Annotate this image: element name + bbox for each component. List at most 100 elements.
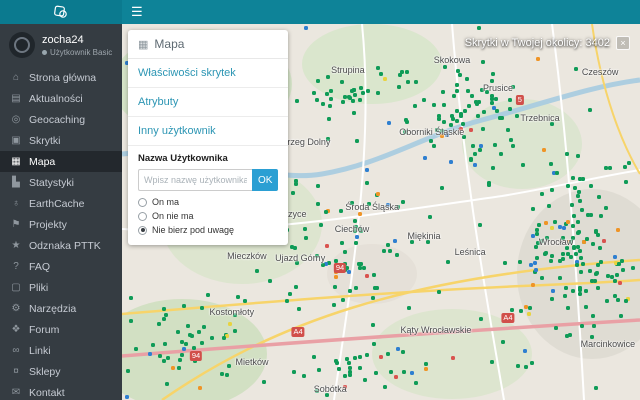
cache-marker[interactable] xyxy=(333,275,338,280)
cache-marker[interactable] xyxy=(363,377,368,382)
cache-marker[interactable] xyxy=(316,183,321,188)
cache-marker[interactable] xyxy=(436,116,441,121)
cache-marker[interactable] xyxy=(386,202,391,207)
cache-marker[interactable] xyxy=(612,294,617,299)
cache-marker[interactable] xyxy=(378,354,383,359)
cache-marker[interactable] xyxy=(615,298,620,303)
radio-button-icon[interactable] xyxy=(138,197,147,207)
cache-marker[interactable] xyxy=(498,151,503,156)
cache-marker[interactable] xyxy=(476,25,481,30)
cache-marker[interactable] xyxy=(202,325,207,330)
cache-marker[interactable] xyxy=(442,119,447,124)
sidebar-item-narz-dzia[interactable]: ⚙ Narzędzia xyxy=(0,298,122,319)
cache-marker[interactable] xyxy=(580,262,585,267)
cache-marker[interactable] xyxy=(227,364,232,369)
cache-marker[interactable] xyxy=(469,157,474,162)
ok-button[interactable]: OK xyxy=(252,169,278,191)
user-info[interactable]: zocha24 Użytkownik Basic xyxy=(0,24,122,67)
cache-marker[interactable] xyxy=(386,351,391,356)
cache-marker[interactable] xyxy=(548,161,553,166)
cache-marker[interactable] xyxy=(395,347,400,352)
cache-marker[interactable] xyxy=(500,340,505,345)
cache-marker[interactable] xyxy=(472,151,477,156)
cache-marker[interactable] xyxy=(591,313,596,318)
cache-marker[interactable] xyxy=(467,103,472,108)
cache-marker[interactable] xyxy=(593,386,598,391)
cache-marker[interactable] xyxy=(324,92,329,97)
cache-marker[interactable] xyxy=(287,291,292,296)
cache-marker[interactable] xyxy=(605,298,610,303)
cache-marker[interactable] xyxy=(595,285,600,290)
cache-marker[interactable] xyxy=(560,252,565,257)
cache-marker[interactable] xyxy=(478,222,483,227)
cache-marker[interactable] xyxy=(526,311,531,316)
cache-marker[interactable] xyxy=(575,262,580,267)
cache-marker[interactable] xyxy=(477,147,482,152)
cache-marker[interactable] xyxy=(387,120,392,125)
cache-marker[interactable] xyxy=(454,83,459,88)
cache-marker[interactable] xyxy=(375,66,380,71)
cache-marker[interactable] xyxy=(206,292,211,297)
cache-marker[interactable] xyxy=(393,238,398,243)
cache-marker[interactable] xyxy=(284,298,289,303)
cache-marker[interactable] xyxy=(292,370,297,374)
panel-link-w-a-ciwo-ci-skrytek[interactable]: Właściwości skrytek xyxy=(128,59,288,88)
cache-marker[interactable] xyxy=(302,227,307,232)
cache-marker[interactable] xyxy=(439,129,444,134)
cache-marker[interactable] xyxy=(349,201,354,206)
cache-marker[interactable] xyxy=(304,25,309,30)
cache-marker[interactable] xyxy=(618,313,623,318)
cache-marker[interactable] xyxy=(613,254,618,259)
cache-marker[interactable] xyxy=(589,212,594,217)
cache-marker[interactable] xyxy=(620,267,625,272)
cache-marker[interactable] xyxy=(324,392,329,397)
cache-marker[interactable] xyxy=(236,294,241,299)
cache-marker[interactable] xyxy=(371,296,375,301)
cache-marker[interactable] xyxy=(523,364,528,369)
cache-marker[interactable] xyxy=(521,163,526,168)
cache-marker[interactable] xyxy=(185,323,190,328)
cache-marker[interactable] xyxy=(366,89,371,94)
cache-marker[interactable] xyxy=(301,374,306,379)
radio-nie-bierz-pod-uwag[interactable]: Nie bierz pod uwagę xyxy=(138,225,278,235)
menu-toggle-icon[interactable]: ☰ xyxy=(131,0,143,24)
cache-marker[interactable] xyxy=(530,206,535,211)
cache-marker[interactable] xyxy=(576,189,581,194)
cache-marker[interactable] xyxy=(361,266,366,271)
cache-marker[interactable] xyxy=(294,284,299,289)
cache-marker[interactable] xyxy=(124,394,129,399)
cache-marker[interactable] xyxy=(181,347,186,352)
cache-marker[interactable] xyxy=(587,108,592,113)
cache-marker[interactable] xyxy=(563,286,568,291)
cache-marker[interactable] xyxy=(364,352,369,357)
cache-marker[interactable] xyxy=(179,352,184,357)
radio-on-ma[interactable]: On ma xyxy=(138,197,278,207)
cache-marker[interactable] xyxy=(314,254,319,259)
cache-marker[interactable] xyxy=(539,239,544,244)
cache-marker[interactable] xyxy=(505,127,510,132)
cache-marker[interactable] xyxy=(427,215,432,220)
panel-link-atrybuty[interactable]: Atrybuty xyxy=(128,88,288,117)
cache-marker[interactable] xyxy=(413,380,418,385)
cache-marker[interactable] xyxy=(423,366,428,371)
cache-marker[interactable] xyxy=(509,137,514,142)
cache-marker[interactable] xyxy=(222,335,227,340)
cache-marker[interactable] xyxy=(134,346,139,351)
cache-marker[interactable] xyxy=(486,182,491,187)
cache-marker[interactable] xyxy=(616,262,621,267)
cache-marker[interactable] xyxy=(570,176,575,181)
cache-marker[interactable] xyxy=(371,342,376,347)
cache-marker[interactable] xyxy=(616,227,621,232)
cache-marker[interactable] xyxy=(328,104,332,109)
cache-marker[interactable] xyxy=(490,78,495,83)
cache-marker[interactable] xyxy=(372,286,377,291)
cache-marker[interactable] xyxy=(198,385,203,390)
cache-marker[interactable] xyxy=(571,245,576,250)
cache-marker[interactable] xyxy=(522,348,527,353)
sidebar-item-forum[interactable]: ❖ Forum xyxy=(0,319,122,340)
sidebar-item-faq[interactable]: ? FAQ xyxy=(0,256,122,277)
cache-marker[interactable] xyxy=(347,369,352,374)
cache-marker[interactable] xyxy=(499,115,504,120)
cache-marker[interactable] xyxy=(409,371,414,376)
cache-marker[interactable] xyxy=(527,306,532,311)
